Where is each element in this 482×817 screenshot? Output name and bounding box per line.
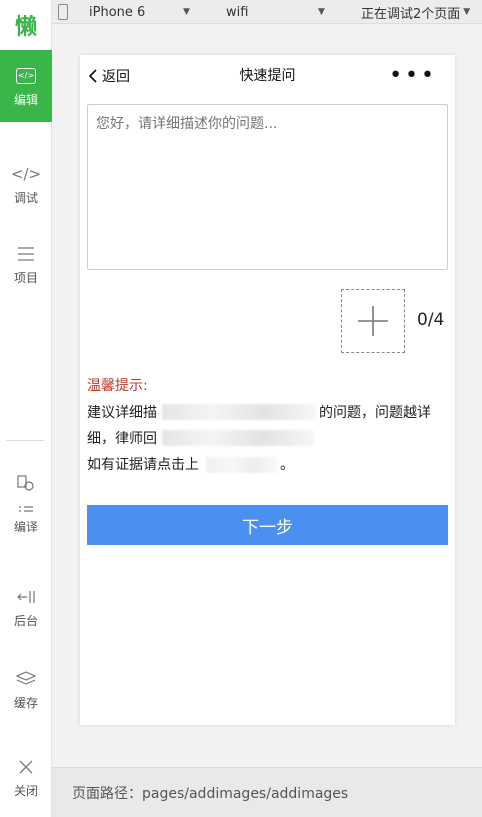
chevron-down-icon: ▼ [318,7,325,17]
chevron-down-icon: ▼ [183,7,190,17]
redacted-text [162,404,316,420]
phone-simulator: 返回 快速提问 ••• 0/4 温馨提示: 建议详细描 的问题，问题越详 细，律… [80,55,455,725]
debug-status-text: 正在调试2个页面 [361,6,461,22]
tips-line-3-start: 如有证据请点击上 [87,457,199,473]
sidebar-item-label: 缓存 [13,696,38,710]
plus-icon [358,306,388,336]
debug-icon: </> [10,165,42,183]
tips-title: 温馨提示: [87,378,148,394]
sidebar-item-cache[interactable]: 缓存 [0,668,52,711]
device-select-value: iPhone 6 [89,4,146,20]
sidebar-item-label: 编译 [13,520,38,534]
sidebar-item-label: 调试 [13,191,38,205]
code-icon: </> [16,65,36,87]
sidebar-item-label: 编辑 [13,92,38,107]
network-select[interactable]: wifi ▼ [226,0,336,24]
tips-line-2-start: 细，律师回 [87,431,157,447]
page-path-bar: 页面路径：pages/addimages/addimages [52,767,482,817]
debug-pages-dropdown[interactable]: 正在调试2个页面 ▼ [361,0,470,24]
tips-line-1-end: 的问题，问题越详 [319,405,431,421]
sidebar-item-background[interactable]: 后台 [0,586,52,629]
device-select[interactable]: iPhone 6 ▼ [89,0,219,24]
compile-icon [17,472,35,514]
menu-icon [18,243,34,265]
next-step-button[interactable]: 下一步 [87,505,448,545]
redacted-text [162,430,314,446]
close-icon [19,756,33,778]
question-textarea[interactable] [87,104,448,270]
chevron-down-icon: ▼ [463,7,471,17]
add-image-button[interactable] [341,289,405,353]
layers-icon [16,668,36,690]
page-path-text: 页面路径：pages/addimages/addimages [72,785,349,802]
tips-line-3-end-wrap: 。 [280,454,294,474]
sidebar-item-compile[interactable]: 编译 [0,472,52,535]
sidebar-item-label: 后台 [13,614,38,628]
tips-line-3-end: 。 [280,457,294,473]
sidebar-divider [6,440,44,441]
sidebar-item-label: 项目 [13,271,38,285]
tips-line-2: 细，律师回 [87,428,157,448]
tips-line-1-start: 建议详细描 [87,405,157,421]
tips-line-3: 如有证据请点击上 [87,454,199,474]
network-select-value: wifi [226,4,249,20]
sidebar-item-edit[interactable]: </> 编辑 [0,50,52,122]
top-toolbar: iPhone 6 ▼ wifi ▼ 正在调试2个页面 ▼ [52,0,482,24]
sidebar-item-debug[interactable]: </> 调试 [0,163,52,206]
app-logo: 懒 [14,15,37,40]
redacted-text [206,457,278,473]
more-icon[interactable]: ••• [389,55,437,97]
sidebar: 懒 </> 编辑 </> 调试 项目 编译 后台 缓存 关闭 [0,0,52,817]
sidebar-item-close[interactable]: 关闭 [0,756,52,799]
sidebar-item-project[interactable]: 项目 [0,243,52,286]
tips-line-1: 建议详细描 [87,402,157,422]
nav-bar: 返回 快速提问 ••• [80,55,455,97]
phone-icon [58,0,68,24]
sidebar-item-label: 关闭 [13,784,38,798]
image-counter: 0/4 [417,310,445,330]
tips-line-1-end-wrap: 的问题，问题越详 [319,402,431,422]
background-icon [17,586,35,608]
